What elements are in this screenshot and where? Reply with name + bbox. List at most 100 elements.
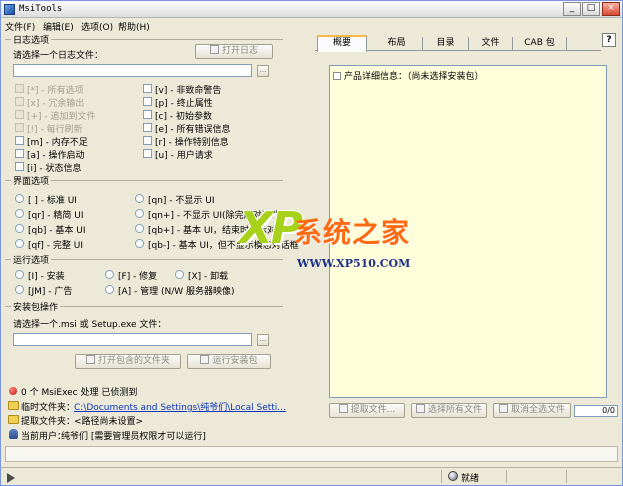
package-file-input[interactable]: [13, 333, 252, 346]
product-detail-root[interactable]: 产品详细信息：（尚未选择安装包）: [333, 69, 484, 82]
log-opt-flush-checkbox[interactable]: [15, 123, 24, 132]
ui-standard-radio[interactable]: [15, 194, 24, 203]
log-opt-i-checkbox[interactable]: [15, 162, 24, 171]
ui-qb-plus-label: [qb+] - 基本 UI，结束时显示对话框: [148, 226, 295, 236]
ui-qr-radio[interactable]: [15, 209, 24, 218]
minimize-button[interactable]: _: [563, 2, 581, 16]
run-repair-label: [F] - 修复: [118, 272, 158, 282]
current-user-label: 当前用户：: [21, 432, 67, 442]
run-install-label: [I] - 安装: [28, 272, 65, 282]
log-options-group: 日志选项 请选择一个日志文件： 打开日志 ... [*] - 所有选项 [v] …: [5, 33, 283, 174]
run-options-title: 运行选项: [11, 253, 52, 266]
ui-qb-plus-radio[interactable]: [135, 224, 144, 233]
log-file-label: 请选择一个日志文件：: [13, 51, 104, 61]
tree-node-icon: [333, 72, 341, 80]
log-options-title: 日志选项: [11, 33, 52, 46]
ui-qn-plus-radio[interactable]: [135, 209, 144, 218]
log-opt-x-label: [x] - 冗余输出: [27, 99, 85, 109]
log-opt-x-checkbox[interactable]: [15, 97, 24, 106]
play-icon[interactable]: [7, 473, 15, 483]
ready-status-icon: [448, 471, 458, 481]
ui-qn-label: [qn] - 不显示 UI: [148, 196, 215, 206]
log-opt-p-label: [p] - 终止属性: [155, 99, 213, 109]
tab-files[interactable]: 文件: [469, 37, 513, 51]
log-opt-i-label: [i] - 状态信息: [27, 164, 82, 174]
log-opt-all-checkbox[interactable]: [15, 84, 24, 93]
menu-file[interactable]: 文件(F): [5, 20, 35, 33]
ui-qn-radio[interactable]: [135, 194, 144, 203]
log-opt-r-checkbox[interactable]: [143, 136, 152, 145]
tab-strip: 概要 布局 目录 文件 CAB 包: [315, 35, 601, 52]
tab-cab[interactable]: CAB 包: [513, 37, 567, 51]
log-opt-v-label: [v] - 非致命警告: [155, 86, 222, 96]
extract-files-button[interactable]: 提取文件...: [329, 403, 405, 418]
product-detail-text: 产品详细信息：（尚未选择安装包）: [344, 72, 484, 82]
ui-qf-radio[interactable]: [15, 239, 24, 248]
log-icon: [209, 45, 219, 54]
maximize-button[interactable]: □: [582, 2, 600, 16]
product-detail-pane[interactable]: 产品详细信息：（尚未选择安装包）: [329, 65, 607, 398]
log-opt-e-label: [e] - 所有错误信息: [155, 125, 231, 135]
package-browse-button[interactable]: ...: [257, 334, 269, 346]
log-browse-button[interactable]: ...: [257, 65, 269, 77]
extract-folder-icon: [8, 415, 19, 424]
menu-edit[interactable]: 编辑(E): [43, 20, 74, 33]
run-advertise-label: [JM] - 广告: [28, 287, 73, 297]
ui-qr-label: [qr] - 精简 UI: [28, 211, 84, 221]
run-uninstall-radio[interactable]: [175, 270, 184, 279]
title-bar[interactable]: MsiTools _ □ ×: [1, 1, 622, 18]
run-installer-button[interactable]: 运行安装包: [187, 354, 271, 369]
log-opt-u-checkbox[interactable]: [143, 149, 152, 158]
log-file-input[interactable]: [13, 64, 252, 77]
log-opt-a-checkbox[interactable]: [15, 149, 24, 158]
file-counter: 0/0: [574, 405, 618, 417]
run-admin-label: [A] - 管理 (N/W 服务器映像): [118, 287, 235, 297]
run-advertise-radio[interactable]: [15, 285, 24, 294]
log-opt-r-label: [r] - 操作特别信息: [155, 138, 229, 148]
run-options-group: 运行选项 [I] - 安装 [F] - 修复 [X] - 卸载 [JM] - 广…: [5, 253, 283, 297]
ui-qf-label: [qf] - 完整 UI: [28, 241, 83, 251]
user-icon: [9, 429, 18, 439]
deselect-all-files-button[interactable]: 取消全选文件: [493, 403, 571, 418]
run-admin-radio[interactable]: [105, 285, 114, 294]
package-ops-title: 安装包操作: [11, 300, 61, 313]
tab-directory[interactable]: 目录: [423, 37, 469, 51]
package-ops-group: 安装包操作 请选择一个.msi 或 Setup.exe 文件： ... 打开包含…: [5, 300, 283, 376]
ui-qb-radio[interactable]: [15, 224, 24, 233]
log-opt-c-checkbox[interactable]: [143, 110, 152, 119]
run-install-radio[interactable]: [15, 270, 24, 279]
log-opt-e-checkbox[interactable]: [143, 123, 152, 132]
temp-folder-icon: [8, 401, 19, 410]
run-uninstall-label: [X] - 卸载: [188, 272, 229, 282]
log-opt-m-checkbox[interactable]: [15, 136, 24, 145]
tab-summary[interactable]: 概要: [317, 35, 367, 52]
ui-options-group: 界面选项 [ ] - 标准 UI [qn] - 不显示 UI [qr] - 精简…: [5, 174, 299, 251]
extract-folder-value: <路径尚未设置>: [74, 417, 144, 427]
log-opt-v-checkbox[interactable]: [143, 84, 152, 93]
app-icon: [4, 4, 15, 15]
close-button[interactable]: ×: [602, 2, 620, 16]
tab-layout[interactable]: 布局: [371, 37, 423, 51]
ui-qn-plus-label: [qn+] - 不显示 UI(除完成对话外): [148, 211, 284, 221]
open-log-button[interactable]: 打开日志: [195, 44, 273, 59]
open-folder-button[interactable]: 打开包含的文件夹: [75, 354, 181, 369]
status-bar: 就绪: [1, 467, 622, 485]
ui-qb-minus-radio[interactable]: [135, 239, 144, 248]
log-opt-flush-label: [!] - 每行刷新: [27, 125, 83, 135]
menu-help[interactable]: 帮助(H): [118, 20, 150, 33]
temp-folder-label: 临时文件夹：: [21, 403, 76, 413]
log-opt-append-checkbox[interactable]: [15, 110, 24, 119]
app-window: MsiTools _ □ × 文件(F) 编辑(E) 选项(O) 帮助(H) 日…: [0, 0, 623, 486]
temp-folder-link[interactable]: C:\Documents and Settings\纯爷们\Local Sett…: [74, 400, 286, 413]
status-separator: [441, 470, 442, 483]
help-button[interactable]: ?: [602, 33, 616, 47]
menu-bar: 文件(F) 编辑(E) 选项(O) 帮助(H): [1, 18, 622, 33]
ui-standard-label: [ ] - 标准 UI: [28, 196, 77, 206]
ui-qb-minus-label: [qb-] - 基本 UI，但不显示模态对话框: [148, 241, 299, 251]
select-all-files-button[interactable]: 选择所有文件: [411, 403, 487, 418]
log-opt-p-checkbox[interactable]: [143, 97, 152, 106]
run-repair-radio[interactable]: [105, 270, 114, 279]
menu-options[interactable]: 选项(O): [81, 20, 113, 33]
window-title: MsiTools: [19, 4, 63, 14]
log-opt-all-label: [*] - 所有选项: [27, 86, 84, 96]
